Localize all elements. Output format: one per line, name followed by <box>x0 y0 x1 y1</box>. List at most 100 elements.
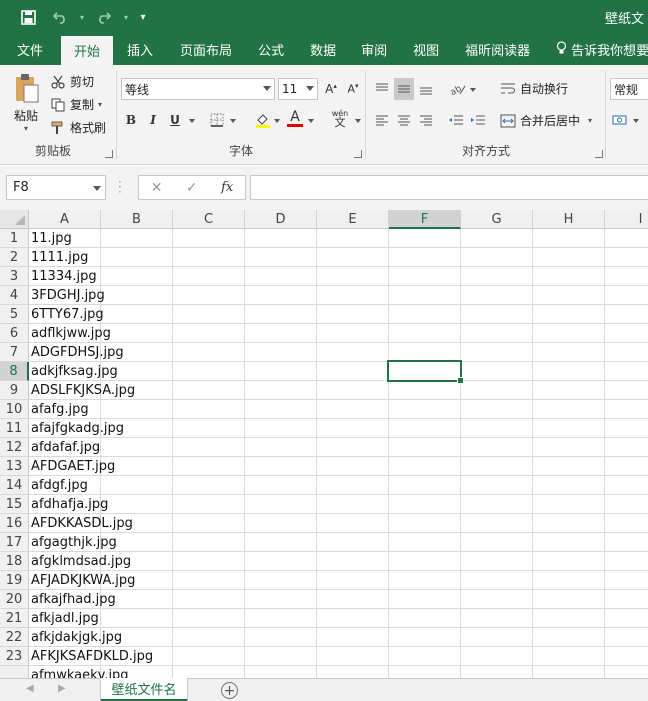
row-header[interactable]: 20 <box>0 590 29 609</box>
bold-button[interactable]: B <box>121 109 141 131</box>
borders-dropdown-icon[interactable] <box>230 119 236 123</box>
name-box[interactable]: F8 <box>6 175 106 200</box>
bottom-align-button[interactable] <box>416 78 436 100</box>
row-header[interactable]: 18 <box>0 552 29 571</box>
cell-a[interactable]: 1111.jpg <box>31 248 88 267</box>
tab-view[interactable]: 视图 <box>399 34 453 65</box>
row-header[interactable]: 17 <box>0 533 29 552</box>
column-header-b[interactable]: B <box>101 210 173 229</box>
increase-font-size-button[interactable]: A▴ <box>321 78 341 100</box>
sheet-tab-active[interactable]: 壁纸文件名 <box>100 678 188 701</box>
fill-color-button[interactable] <box>253 109 273 131</box>
phonetic-guide-button[interactable]: wén 文 <box>327 107 353 129</box>
redo-dropdown[interactable]: ▾ <box>120 0 132 34</box>
row-header[interactable]: 15 <box>0 495 29 514</box>
cell-a[interactable]: AFKJKSAFDKLD.jpg <box>31 647 153 666</box>
row-header[interactable]: 21 <box>0 609 29 628</box>
column-header-d[interactable]: D <box>245 210 317 229</box>
row-header[interactable]: 23 <box>0 647 29 666</box>
align-center-button[interactable] <box>394 109 414 131</box>
cell-a[interactable]: afkjadl.jpg <box>31 609 99 628</box>
row-header[interactable]: 14 <box>0 476 29 495</box>
align-left-button[interactable] <box>372 109 392 131</box>
add-sheet-button[interactable]: + <box>221 682 238 699</box>
row-header[interactable]: 5 <box>0 305 29 324</box>
column-header-h[interactable]: H <box>533 210 605 229</box>
tell-me-search[interactable]: 告诉我你想要 <box>542 34 648 65</box>
font-color-button[interactable]: A <box>285 107 305 129</box>
cell-a[interactable]: 11334.jpg <box>31 267 97 286</box>
cell-a[interactable]: ADGFDHSJ.jpg <box>31 343 124 362</box>
undo-button[interactable] <box>44 0 76 34</box>
row-header[interactable]: 9 <box>0 381 29 400</box>
row-header[interactable]: 8 <box>0 362 29 381</box>
row-header[interactable]: 7 <box>0 343 29 362</box>
merge-dropdown-icon[interactable]: ▾ <box>588 116 592 125</box>
font-color-dropdown-icon[interactable] <box>308 119 314 123</box>
top-align-button[interactable] <box>372 78 392 100</box>
row-header[interactable]: 13 <box>0 457 29 476</box>
merge-center-button[interactable]: 合并后居中 ▾ <box>500 112 592 129</box>
formula-input[interactable] <box>250 175 648 200</box>
redo-button[interactable] <box>88 0 120 34</box>
tab-insert[interactable]: 插入 <box>113 34 167 65</box>
select-all-button[interactable] <box>0 210 29 229</box>
tab-home[interactable]: 开始 <box>61 36 114 65</box>
decrease-font-size-button[interactable]: A▾ <box>343 78 363 100</box>
cell-a[interactable]: 6TTY67.jpg <box>31 305 104 324</box>
fill-color-dropdown-icon[interactable] <box>274 119 280 123</box>
alignment-launcher-icon[interactable] <box>595 150 603 158</box>
cell-a[interactable]: afdafaf.jpg <box>31 438 100 457</box>
column-header-i[interactable]: I <box>605 210 648 229</box>
paste-button[interactable]: 粘贴 ▾ <box>10 73 42 133</box>
font-name-combo[interactable]: 等线 <box>121 78 275 100</box>
cell-a[interactable]: adkjfksag.jpg <box>31 362 118 381</box>
row-header[interactable]: 4 <box>0 286 29 305</box>
phonetic-dropdown-icon[interactable] <box>355 119 361 123</box>
format-painter-button[interactable]: 格式刷 <box>50 119 106 136</box>
active-cell-f8[interactable] <box>387 360 464 384</box>
column-header-e[interactable]: E <box>317 210 389 229</box>
borders-button[interactable] <box>207 109 227 131</box>
column-header-c[interactable]: C <box>173 210 245 229</box>
spreadsheet-grid[interactable]: A B C D E F G H I 1 11.jpg 2 1111.jpg 3 11334.jpg 4 3FDG… <box>0 210 648 678</box>
number-format-combo[interactable]: 常规 <box>610 78 648 100</box>
column-header-a[interactable]: A <box>29 210 101 229</box>
sheet-next-icon[interactable]: ▶ <box>58 683 66 694</box>
cell-a[interactable]: afkajfhad.jpg <box>31 590 116 609</box>
row-header[interactable]: 3 <box>0 267 29 286</box>
cell-a[interactable]: afgklmdsad.jpg <box>31 552 131 571</box>
accounting-format-button[interactable] <box>610 109 630 131</box>
row-header[interactable]: 2 <box>0 248 29 267</box>
wrap-text-button[interactable]: 自动换行 <box>500 80 568 97</box>
undo-dropdown[interactable]: ▾ <box>76 0 88 34</box>
tab-formulas[interactable]: 公式 <box>245 34 297 65</box>
italic-button[interactable]: I <box>143 109 163 131</box>
customize-qat-button[interactable]: ▾ <box>132 0 154 34</box>
decrease-indent-button[interactable] <box>446 109 466 131</box>
cell-a[interactable]: afdgf.jpg <box>31 476 88 495</box>
tab-foxit-reader[interactable]: 福昕阅读器 <box>453 34 542 65</box>
enter-icon[interactable]: ✓ <box>186 180 198 196</box>
orientation-dropdown-icon[interactable] <box>470 88 476 92</box>
column-header-f[interactable]: F <box>389 210 461 229</box>
tab-data[interactable]: 数据 <box>297 34 349 65</box>
cell-a[interactable]: AFJADKJKWA.jpg <box>31 571 135 590</box>
row-header[interactable]: 19 <box>0 571 29 590</box>
cell-a[interactable]: afgagthjk.jpg <box>31 533 117 552</box>
column-header-g[interactable]: G <box>461 210 533 229</box>
cell-a[interactable]: afafg.jpg <box>31 400 89 419</box>
clipboard-launcher-icon[interactable] <box>105 150 113 158</box>
font-launcher-icon[interactable] <box>354 150 362 158</box>
row-header[interactable]: 10 <box>0 400 29 419</box>
cell-a[interactable]: AFDKKASDL.jpg <box>31 514 133 533</box>
cell-a[interactable]: AFDGAET.jpg <box>31 457 115 476</box>
cell-a[interactable]: afajfgkadg.jpg <box>31 419 124 438</box>
insert-function-button[interactable]: fx <box>221 180 233 195</box>
sheet-prev-icon[interactable]: ◀ <box>26 683 34 694</box>
underline-button[interactable]: U <box>165 109 185 131</box>
middle-align-button[interactable] <box>394 78 414 100</box>
orientation-button[interactable]: ab <box>448 78 468 100</box>
cell-a[interactable]: afdhafja.jpg <box>31 495 108 514</box>
increase-indent-button[interactable] <box>468 109 488 131</box>
